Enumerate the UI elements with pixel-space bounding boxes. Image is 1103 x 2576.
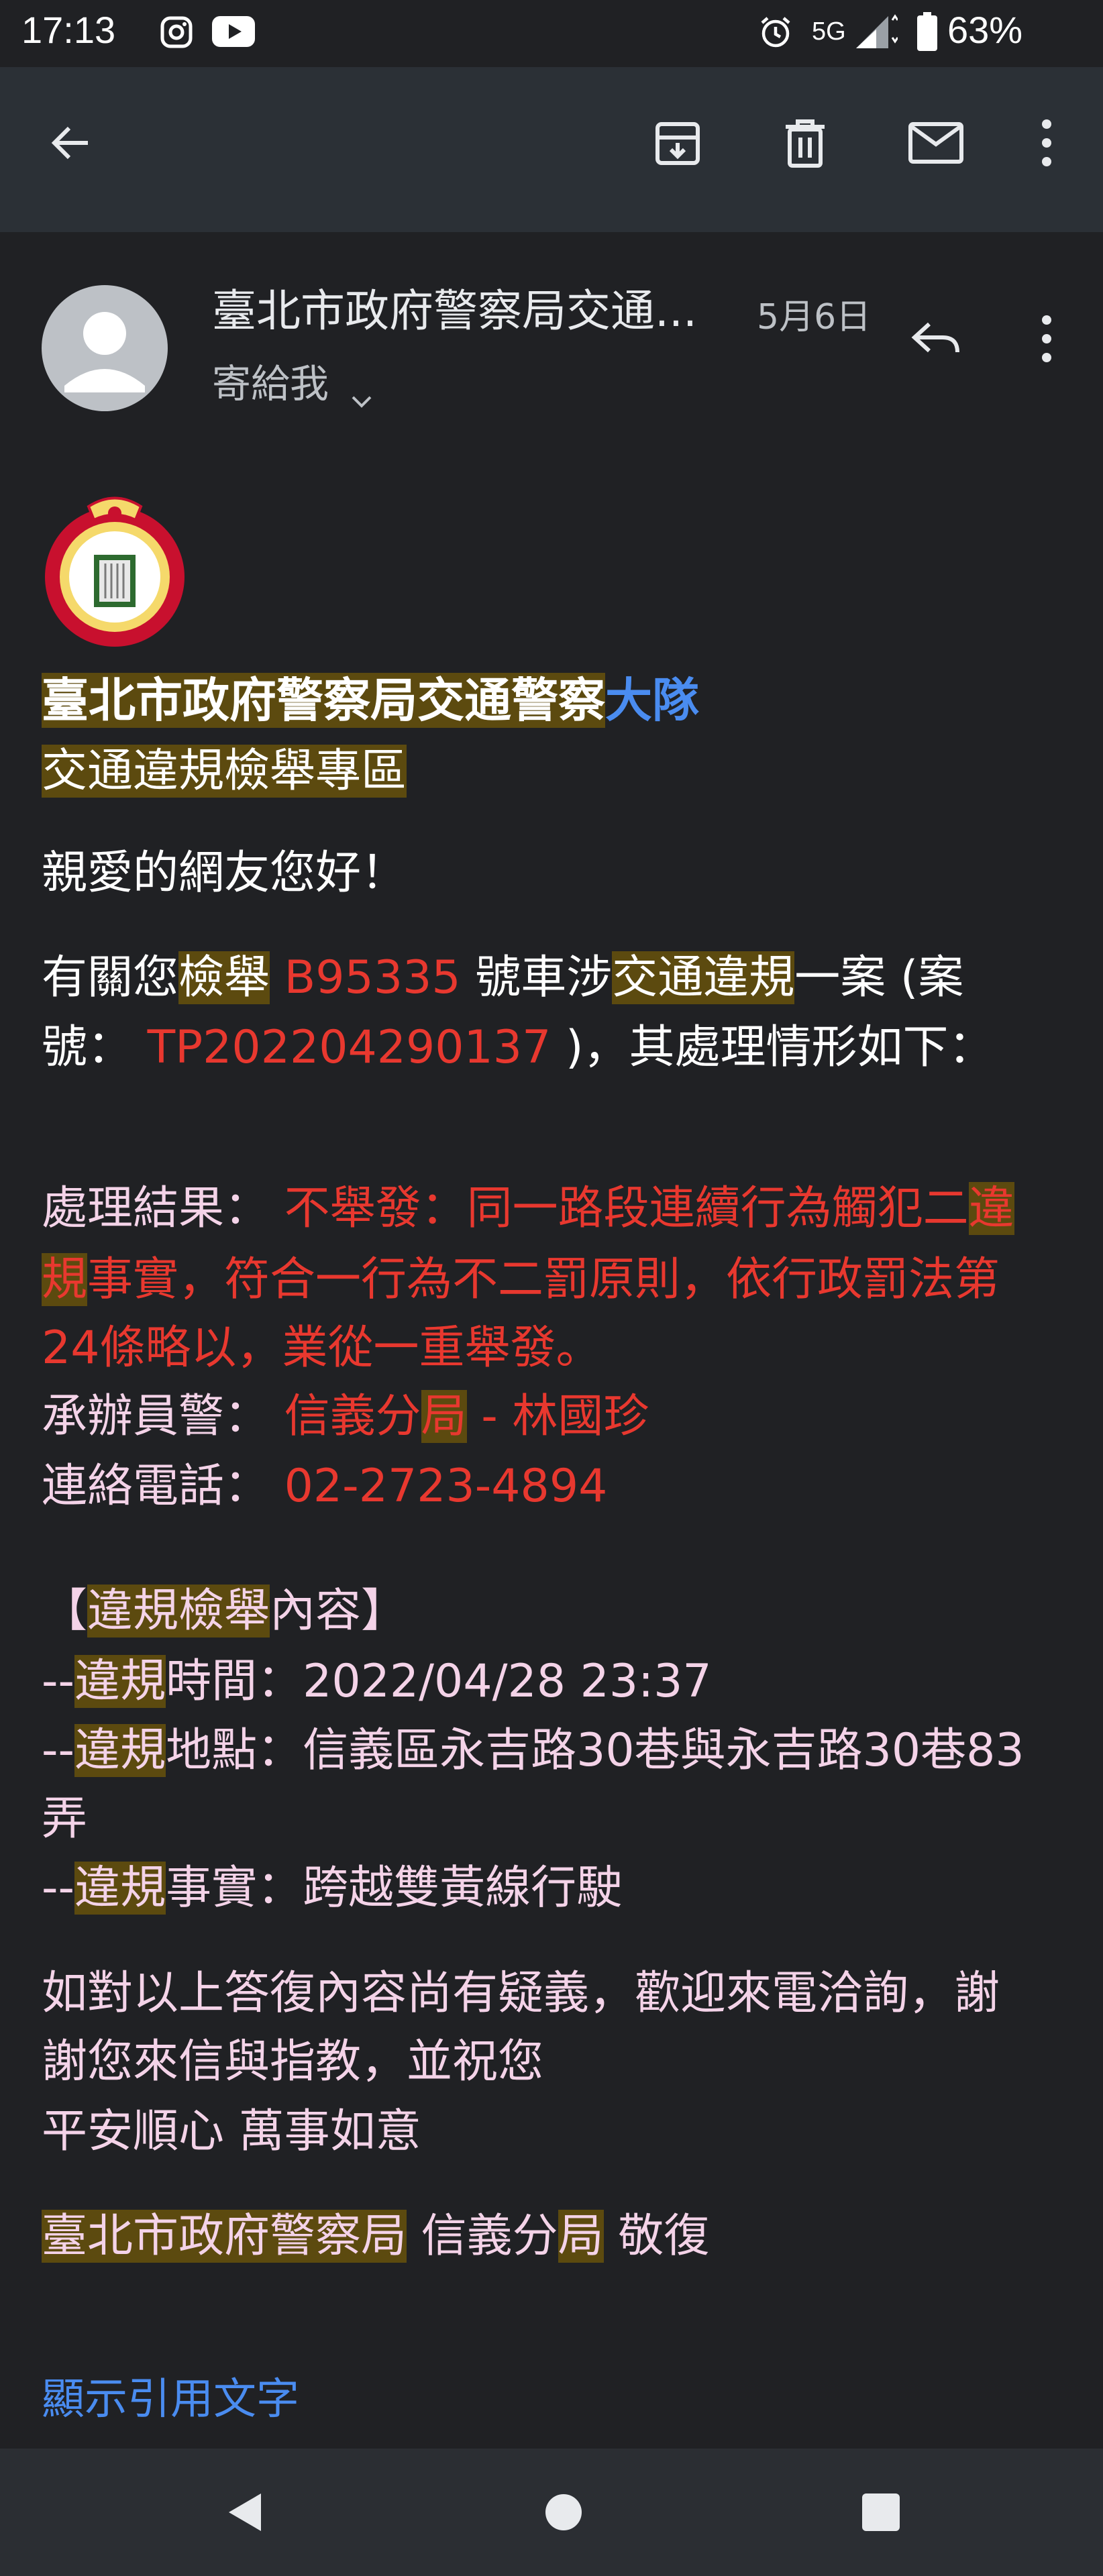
case-number: TP202204290137 — [147, 1021, 552, 1074]
content-heading-open: 【 — [42, 1585, 88, 1638]
signature-closing: 敬復 — [603, 2210, 710, 2263]
dash: -- — [42, 1655, 75, 1708]
phone-number[interactable]: 02-2723-4894 — [270, 1460, 608, 1513]
youtube-icon — [211, 15, 256, 48]
content-heading-hl: 違規檢舉 — [87, 1585, 270, 1638]
reply-icon[interactable] — [902, 309, 969, 369]
violation-hl: 違規 — [74, 1862, 166, 1915]
intro-line-2: 號： TP202204290137 )，其處理情形如下： — [42, 1013, 994, 1083]
chevron-down-icon — [350, 373, 377, 408]
avatar[interactable] — [42, 285, 168, 411]
violation-fact-text: 事實：跨越雙黃線行駛 — [166, 1862, 623, 1915]
closing-line-2: 謝您來信與指教，並祝您 — [42, 2035, 544, 2088]
violation-time: --違規時間：2022/04/28 23:37 — [42, 1647, 712, 1717]
content-heading: 【違規檢舉內容】 — [42, 1576, 407, 1646]
officer-station-hl: 局 — [421, 1390, 467, 1443]
closing-line-1: 如對以上答復內容尚有疑義，歡迎來電洽詢，謝 — [42, 1967, 1000, 2020]
section-title-text: 交通違規檢舉專區 — [42, 745, 407, 798]
network-label: 5G — [812, 17, 846, 46]
nav-home-icon[interactable] — [533, 2482, 594, 2542]
intro-line-1: 有關您檢舉 B95335 號車涉交通違規一案 (案 — [42, 943, 963, 1013]
dash: -- — [42, 1724, 75, 1777]
result-text-1-hl: 違 — [968, 1182, 1014, 1235]
battery-percentage: 63% — [947, 9, 1023, 51]
sender-name[interactable]: 臺北市政府警察局交通... — [212, 275, 697, 339]
bureau-title-main: 臺北市政府警察局交通警察 — [42, 673, 605, 728]
more-options-icon[interactable] — [1027, 113, 1067, 173]
delete-icon[interactable] — [775, 113, 835, 173]
content-heading-close: 內容】 — [270, 1585, 407, 1638]
closing-line-3: 平安順心 萬事如意 — [42, 2105, 421, 2158]
signal-icon — [852, 12, 899, 52]
back-arrow-icon[interactable] — [40, 113, 101, 173]
violation-location-text: 地點：信義區永吉路30巷與永吉路30巷83 — [166, 1724, 1025, 1777]
violation-location-cont: 弄 — [42, 1792, 88, 1845]
section-title: 交通違規檢舉專區 — [42, 737, 407, 806]
battery-icon — [914, 11, 941, 52]
result-text-2: 事實，符合一行為不二罰原則，依行政罰法第 — [87, 1253, 1000, 1306]
bureau-title: 臺北市政府警察局交通警察大隊 — [42, 665, 699, 735]
violation-hl: 違規 — [74, 1655, 166, 1708]
recipient-toggle[interactable]: 寄給我 — [212, 352, 377, 409]
intro-text-5: )，其處理情形如下： — [551, 1021, 994, 1074]
intro-violation: 交通違規 — [612, 951, 795, 1004]
nav-recents-icon[interactable] — [851, 2482, 911, 2542]
signature-station: 信義分 — [407, 2210, 558, 2263]
result-text-1: 不舉發：同一路段連續行為觸犯二 — [270, 1182, 969, 1235]
result-line-3: 24條略以，業從一重舉發。 — [42, 1322, 602, 1375]
mark-unread-icon[interactable] — [902, 113, 969, 173]
intro-report: 檢舉 — [178, 951, 270, 1004]
bureau-title-suffix: 大隊 — [605, 673, 699, 728]
dash: -- — [42, 1862, 75, 1915]
status-time: 17:13 — [21, 9, 116, 51]
show-quoted-text-link[interactable]: 顯示引用文字 — [42, 2365, 299, 2426]
officer-line: 承辦員警： 信義分局 - 林國珍 — [42, 1382, 649, 1452]
violation-time-text: 時間：2022/04/28 23:37 — [166, 1655, 712, 1708]
result-label: 處理結果： — [42, 1182, 270, 1235]
violation-location: --違規地點：信義區永吉路30巷與永吉路30巷83 — [42, 1716, 1025, 1786]
plate-number: B95335 — [270, 951, 461, 1004]
signature-station-hl: 局 — [558, 2210, 604, 2263]
greeting: 親愛的網友您好！ — [42, 847, 407, 900]
signature: 臺北市政府警察局 信義分局 敬復 — [42, 2202, 709, 2271]
system-nav-bar — [0, 2449, 1103, 2576]
intro-text-3: 一案 (案 — [794, 951, 964, 1004]
result-text-2-hl: 規 — [42, 1253, 88, 1306]
intro-text-2: 號車涉 — [460, 951, 613, 1004]
message-more-icon[interactable] — [1027, 309, 1067, 369]
alarm-icon — [757, 13, 794, 51]
phone-line: 連絡電話： 02-2723-4894 — [42, 1452, 607, 1521]
app-bar — [0, 67, 1103, 232]
officer-label: 承辦員警： — [42, 1390, 270, 1443]
result-line-2: 規事實，符合一行為不二罰原則，依行政罰法第 — [42, 1245, 1000, 1315]
phone-label: 連絡電話： — [42, 1460, 270, 1513]
email-date: 5月6日 — [757, 297, 872, 337]
signature-bureau: 臺北市政府警察局 — [42, 2210, 407, 2263]
archive-icon[interactable] — [647, 113, 708, 173]
intro-text-1: 有關您 — [42, 951, 179, 1004]
instagram-icon — [158, 13, 195, 51]
violation-fact: --違規事實：跨越雙黃線行駛 — [42, 1854, 622, 1923]
violation-hl: 違規 — [74, 1724, 166, 1777]
status-bar: 17:13 5G 63% — [0, 0, 1103, 67]
officer-name: - 林國珍 — [466, 1390, 649, 1443]
officer-station: 信義分 — [270, 1390, 421, 1443]
nav-back-icon[interactable] — [215, 2482, 275, 2542]
police-seal-logo — [42, 493, 188, 654]
result-line-1: 處理結果： 不舉發：同一路段連續行為觸犯二違 — [42, 1174, 1014, 1244]
recipient-label: 寄給我 — [212, 361, 329, 407]
intro-text-4: 號： — [42, 1021, 148, 1074]
